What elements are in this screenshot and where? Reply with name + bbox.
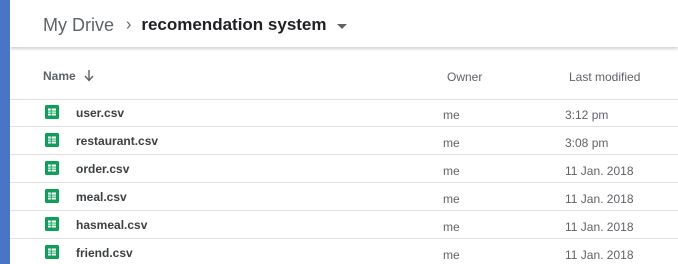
file-row[interactable]: user.csv me 3:12 pm [10, 99, 678, 127]
spreadsheet-icon [45, 189, 59, 203]
column-header-last-modified[interactable]: Last modified [569, 70, 640, 84]
file-list: Name Owner Last modified user.csv me 3:1… [10, 47, 678, 264]
file-row[interactable]: friend.csv me 11 Jan. 2018 [10, 239, 678, 264]
file-row[interactable]: meal.csv me 11 Jan. 2018 [10, 183, 678, 211]
file-modified: 11 Jan. 2018 [565, 192, 634, 206]
spreadsheet-icon [45, 133, 59, 147]
file-name: hasmeal.csv [76, 218, 148, 232]
file-owner: me [443, 192, 460, 206]
column-header-name-label: Name [43, 69, 76, 83]
file-name: order.csv [76, 162, 130, 176]
spreadsheet-icon [45, 161, 59, 175]
file-name: restaurant.csv [76, 134, 159, 148]
spreadsheet-icon [45, 105, 59, 119]
file-owner: me [443, 136, 460, 150]
column-header-name[interactable]: Name [43, 69, 94, 83]
file-row[interactable]: order.csv me 11 Jan. 2018 [10, 155, 678, 183]
file-modified: 3:12 pm [565, 108, 609, 122]
breadcrumb: My Drive › recomendation system [43, 13, 347, 37]
breadcrumb-current-folder[interactable]: recomendation system [141, 15, 326, 35]
file-name: friend.csv [76, 246, 133, 260]
drive-window: My Drive › recomendation system Name Own… [10, 0, 678, 264]
arrow-down-icon[interactable] [84, 70, 94, 82]
column-header-row: Name Owner Last modified [10, 47, 678, 100]
file-owner: me [443, 220, 460, 234]
spreadsheet-icon [45, 217, 59, 231]
file-row[interactable]: hasmeal.csv me 11 Jan. 2018 [10, 211, 678, 239]
file-modified: 3:08 pm [565, 136, 609, 150]
column-header-owner[interactable]: Owner [447, 70, 482, 84]
caret-down-icon[interactable] [336, 23, 347, 29]
drive-header: My Drive › recomendation system [10, 0, 678, 47]
chevron-right-icon: › [126, 15, 132, 34]
file-modified: 11 Jan. 2018 [565, 164, 634, 178]
file-name: user.csv [76, 106, 125, 120]
file-name: meal.csv [76, 190, 127, 204]
file-owner: me [443, 248, 460, 262]
file-owner: me [443, 164, 460, 178]
file-modified: 11 Jan. 2018 [565, 220, 634, 234]
spreadsheet-icon [45, 245, 59, 259]
file-modified: 11 Jan. 2018 [565, 248, 634, 262]
file-rows: user.csv me 3:12 pm restaurant.csv me 3:… [10, 99, 678, 264]
file-owner: me [443, 108, 460, 122]
file-row[interactable]: restaurant.csv me 3:08 pm [10, 127, 678, 155]
breadcrumb-root-my-drive[interactable]: My Drive [43, 15, 114, 36]
